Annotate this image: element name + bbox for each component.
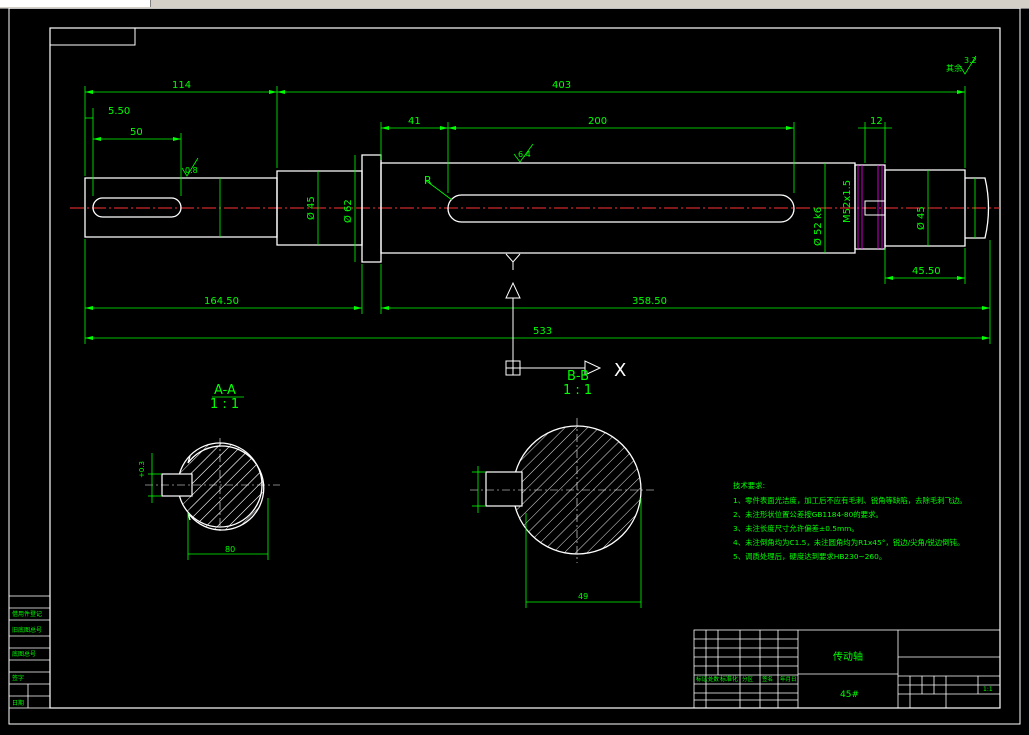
dim-114: 114 <box>172 80 191 91</box>
material: 45# <box>840 690 859 700</box>
thread-m52: M52x1.5 <box>842 180 853 223</box>
section-aa-title: A-A <box>214 383 236 398</box>
ucs-x-label: X <box>614 360 626 381</box>
standardization: 标准化 <box>720 675 738 683</box>
section-bb-title: B-B <box>567 369 589 384</box>
dim-164-50: 164.50 <box>204 296 239 307</box>
shaft-thread-section <box>854 164 886 250</box>
section-bb-width: 49 <box>578 592 588 601</box>
section-bb-scale: 1 : 1 <box>563 383 592 398</box>
left-margin-labels: 借用件登记 旧底图总号 底图总号 签字 日期 <box>12 610 42 707</box>
dim-50: 50 <box>130 127 143 138</box>
dim-358-50: 358.50 <box>632 296 667 307</box>
dim-200: 200 <box>588 116 607 127</box>
note-5: 5、调质处理后，硬度达到要求HB230~260。 <box>733 552 886 561</box>
svg-text:旧底图总号: 旧底图总号 <box>12 626 42 634</box>
roughness-rest: 其余 <box>946 63 962 73</box>
dia-62: Ø 62 <box>342 199 354 223</box>
section-aa-width: 80 <box>225 545 235 554</box>
scale: 1:1 <box>983 686 993 693</box>
roughness-symbols <box>181 55 977 177</box>
dim-41: 41 <box>408 116 421 127</box>
note-2: 2、未注形状位置公差按GB1184-80的要求。 <box>733 510 883 519</box>
dim-45-50: 45.50 <box>912 266 941 277</box>
dim-radius: R <box>424 174 432 187</box>
technical-notes: 技术要求: 1、零件表面光洁度，加工后不应有毛刺、锐角等缺陷，去除毛刺飞边。 2… <box>733 481 967 561</box>
toolbar-tab[interactable] <box>0 0 151 7</box>
dia-52-k6: Ø 52 k6 <box>812 207 824 246</box>
svg-text:+0.3: +0.3 <box>138 461 146 478</box>
svg-text:签字: 签字 <box>12 674 24 682</box>
note-3: 3、未注长度尺寸允许偏差±0.5mm。 <box>733 524 859 533</box>
dia-45-left: Ø 45 <box>305 196 317 220</box>
dim-403: 403 <box>552 80 571 91</box>
cad-drawing-canvas[interactable]: 114 403 5.50 50 41 200 12 164.50 358.50 … <box>0 8 1029 735</box>
dia-45-right: Ø 45 <box>915 206 927 230</box>
diameter-labels: Ø 45 Ø 62 Ø 52 k6 M52x1.5 Ø 45 <box>305 180 927 246</box>
thread-hatch <box>857 165 883 249</box>
dim-12: 12 <box>870 116 883 127</box>
svg-text:底图总号: 底图总号 <box>12 650 36 658</box>
svg-text:处数: 处数 <box>708 675 720 683</box>
svg-text:日期: 日期 <box>12 699 24 707</box>
section-bb-view: 49 <box>470 418 655 608</box>
section-aa-view: +0.3 80 <box>138 438 280 560</box>
roughness-0-8: 0.8 <box>185 166 198 175</box>
svg-text:签名: 签名 <box>762 675 773 683</box>
svg-text:年月日: 年月日 <box>780 675 797 683</box>
ucs-icon <box>505 253 602 376</box>
section-aa-scale: 1 : 1 <box>210 397 239 412</box>
dim-533: 533 <box>533 326 552 337</box>
svg-text:借用件登记: 借用件登记 <box>12 610 42 618</box>
sheet-outer-border <box>8 8 1021 725</box>
svg-text:分区: 分区 <box>742 675 754 683</box>
roughness-6-4: 6.4 <box>518 150 531 159</box>
corner-label-box <box>49 27 136 46</box>
note-4: 4、未注倒角均为C1.5，未注圆角均为R1x45°，锐边/尖角/锐边倒钝。 <box>733 538 964 547</box>
svg-text:标记: 标记 <box>696 675 708 683</box>
note-1: 1、零件表面光洁度，加工后不应有毛刺、锐角等缺陷，去除毛刺飞边。 <box>733 496 967 505</box>
part-name: 传动轴 <box>833 650 863 663</box>
notes-title: 技术要求: <box>733 481 765 490</box>
dim-5-50: 5.50 <box>108 106 130 117</box>
